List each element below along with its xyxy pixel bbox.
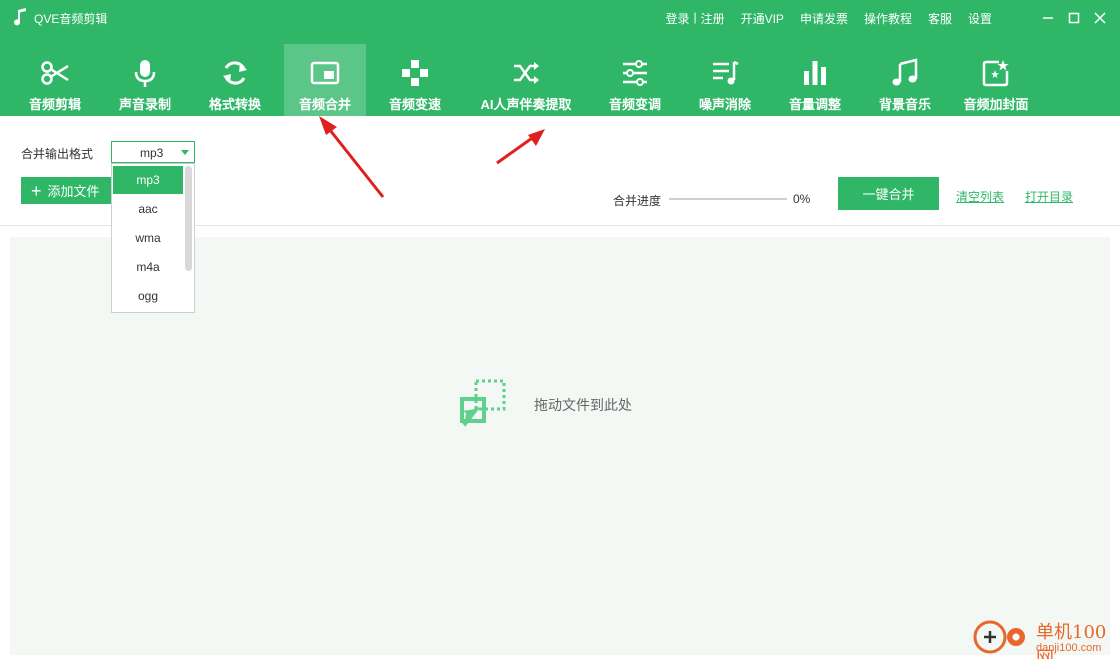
maximize-button[interactable] — [1064, 8, 1084, 28]
function-toolbar: 音频剪辑 声音录制 格式转换 音频合并 音频变速 AI人声伴奏提取 音频变调 噪… — [0, 44, 1120, 116]
plus-icon: + — [31, 180, 42, 201]
watermark-logo-icon — [973, 620, 1025, 654]
login-separator: | — [693, 10, 697, 24]
open-directory-link[interactable]: 打开目录 — [1025, 188, 1073, 205]
service-link[interactable]: 客服 — [928, 10, 952, 27]
tool-label: 背景音乐 — [878, 97, 931, 112]
minimize-button[interactable] — [1038, 8, 1058, 28]
tool-background-music[interactable]: 背景音乐 — [868, 44, 942, 116]
tool-label: 噪声消除 — [698, 97, 751, 112]
tool-label: AI人声伴奏提取 — [480, 97, 572, 112]
vip-link[interactable]: 开通VIP — [741, 10, 784, 27]
shuffle-icon — [514, 62, 539, 84]
music-note-icon — [892, 58, 918, 86]
tool-ai-vocal-extract[interactable]: AI人声伴奏提取 — [470, 44, 582, 116]
output-format-select[interactable]: mp3 — [111, 141, 195, 163]
format-dropdown-list: mp3 aac wma m4a ogg — [111, 163, 195, 313]
tool-label: 音频合并 — [298, 97, 351, 112]
arrow-to-merge-tab — [324, 124, 385, 198]
chevron-down-icon — [181, 150, 189, 155]
format-option-wma[interactable]: wma — [113, 224, 183, 252]
merge-progress-percent: 0% — [793, 192, 811, 206]
arrow-head-ai — [528, 129, 545, 146]
format-option-aac[interactable]: aac — [113, 195, 183, 223]
tool-label: 音频剪辑 — [28, 97, 81, 112]
output-format-label: 合并输出格式 — [21, 147, 94, 161]
tool-audio-merge[interactable]: 音频合并 — [284, 44, 366, 116]
image-star-icon — [982, 60, 1009, 87]
tool-audio-cut[interactable]: 音频剪辑 — [18, 44, 92, 116]
tool-format-convert[interactable]: 格式转换 — [198, 44, 272, 116]
tool-audio-cover[interactable]: 音频加封面 — [956, 44, 1036, 116]
playlist-icon — [713, 60, 739, 85]
format-option-m4a[interactable]: m4a — [113, 253, 183, 281]
music-note-logo-icon — [14, 8, 26, 26]
maximize-icon — [1068, 12, 1080, 24]
merge-progress-bar — [669, 198, 787, 200]
tool-noise-removal[interactable]: 噪声消除 — [688, 44, 762, 116]
arrow-head-merge — [319, 116, 337, 135]
login-link[interactable]: 登录 — [665, 10, 689, 27]
close-button[interactable] — [1090, 8, 1110, 28]
tool-audio-pitch[interactable]: 音频变调 — [598, 44, 672, 116]
tool-label: 声音录制 — [118, 97, 171, 112]
app-title: QVE音频剪辑 — [34, 12, 108, 26]
bars-icon — [804, 61, 826, 85]
drag-drop-icon — [460, 379, 506, 427]
tool-label: 格式转换 — [208, 97, 261, 112]
tool-label: 音量调整 — [788, 97, 841, 112]
microphone-icon — [134, 60, 156, 87]
merge-icon — [310, 61, 340, 85]
one-click-merge-button[interactable]: 一键合并 — [838, 177, 939, 210]
settings-link[interactable]: 设置 — [968, 10, 992, 27]
register-link[interactable]: 注册 — [701, 10, 725, 27]
gamepad-icon — [402, 60, 428, 86]
watermark-url: danji100.com — [1036, 642, 1102, 654]
tool-label: 音频变调 — [608, 97, 661, 112]
add-file-button[interactable]: + 添加文件 — [21, 177, 113, 204]
dropdown-scrollbar[interactable] — [185, 166, 192, 271]
tutorial-link[interactable]: 操作教程 — [864, 10, 912, 27]
top-links: 登录 | 注册 开通VIP 申请发票 操作教程 客服 设置 — [665, 10, 992, 27]
refresh-icon — [223, 61, 247, 85]
tool-label: 音频加封面 — [963, 97, 1029, 112]
format-option-ogg[interactable]: ogg — [113, 282, 183, 310]
sliders-icon — [623, 60, 647, 86]
drop-hint-text: 拖动文件到此处 — [534, 397, 632, 413]
title-bar: QVE音频剪辑 登录 | 注册 开通VIP 申请发票 操作教程 客服 设置 — [0, 0, 1120, 36]
tool-audio-speed[interactable]: 音频变速 — [378, 44, 452, 116]
app-header: QVE音频剪辑 登录 | 注册 开通VIP 申请发票 操作教程 客服 设置 音频… — [0, 0, 1120, 116]
tool-volume-adjust[interactable]: 音量调整 — [778, 44, 852, 116]
clear-list-link[interactable]: 清空列表 — [956, 188, 1004, 205]
tool-voice-record[interactable]: 声音录制 — [108, 44, 182, 116]
minimize-icon — [1043, 17, 1053, 19]
merge-progress-label: 合并进度 — [613, 194, 662, 208]
watermark: 单机100网 danji100.com — [970, 614, 1120, 659]
selected-format: mp3 — [140, 146, 164, 160]
arrow-to-ai-tab — [496, 134, 536, 165]
tool-label: 音频变速 — [388, 97, 441, 112]
add-file-label: 添加文件 — [47, 184, 100, 199]
invoice-link[interactable]: 申请发票 — [800, 10, 848, 27]
format-option-mp3[interactable]: mp3 — [113, 166, 183, 194]
scissors-icon — [41, 61, 69, 85]
close-icon — [1094, 12, 1106, 24]
